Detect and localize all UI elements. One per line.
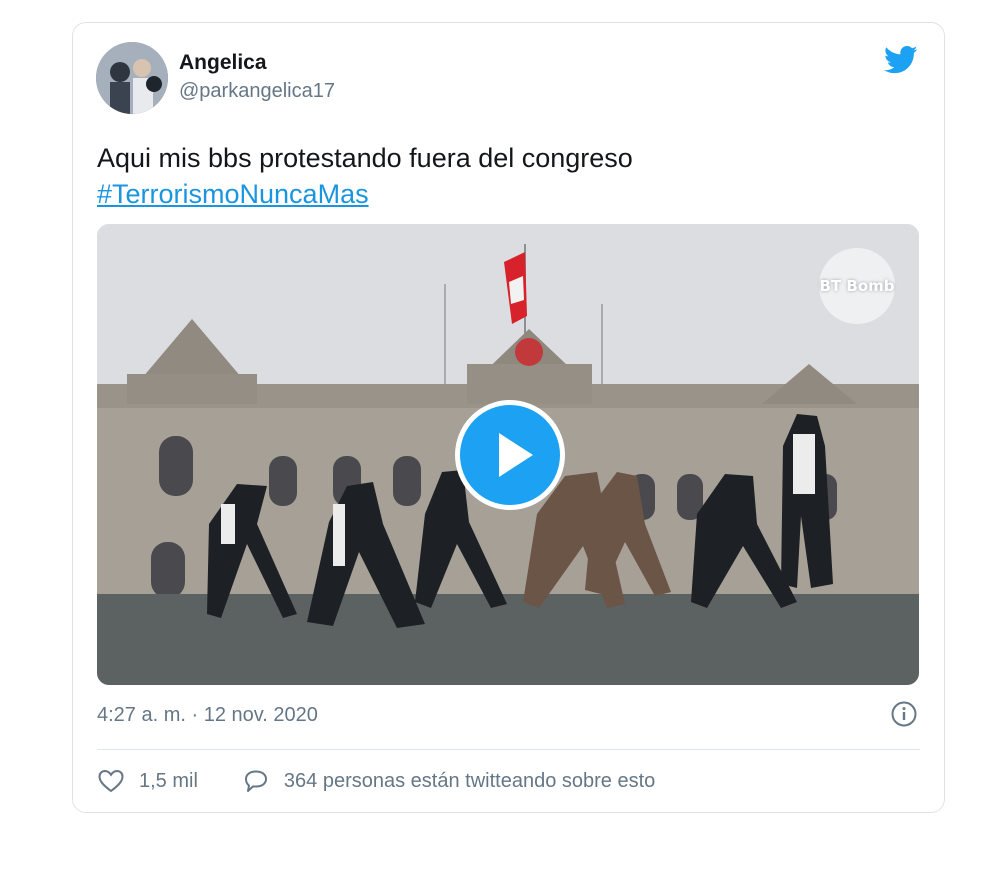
likes-count[interactable]: 1,5 mil [139,770,198,793]
tweet-card[interactable]: Angelica @parkangelica17 Aqui mis bbs pr… [72,22,945,813]
info-icon[interactable] [890,700,918,728]
video-player[interactable]: BT Bomb [97,224,919,685]
twitter-bird-icon[interactable] [884,45,918,75]
speech-bubble-icon[interactable] [242,768,270,794]
divider [97,749,920,750]
hashtag-link[interactable]: #TerrorismoNuncaMas [97,179,369,209]
avatar-photo [96,42,168,114]
heart-icon[interactable] [97,768,125,794]
play-button[interactable] [455,400,565,510]
author-handle[interactable]: @parkangelica17 [179,80,335,103]
tweet-timestamp[interactable]: 4:27 a. m. · 12 nov. 2020 [97,704,318,727]
conversation-link[interactable]: 364 personas están twitteando sobre esto [284,770,655,793]
tweet-body: Aqui mis bbs protestando fuera del congr… [97,143,633,173]
avatar[interactable] [96,42,168,114]
tweet-actions: 1,5 mil 364 personas están twitteando so… [97,766,655,796]
video-watermark: BT Bomb [819,248,895,324]
tweet-text: Aqui mis bbs protestando fuera del congr… [97,140,633,212]
play-icon [499,433,533,477]
author-name[interactable]: Angelica [179,51,267,75]
